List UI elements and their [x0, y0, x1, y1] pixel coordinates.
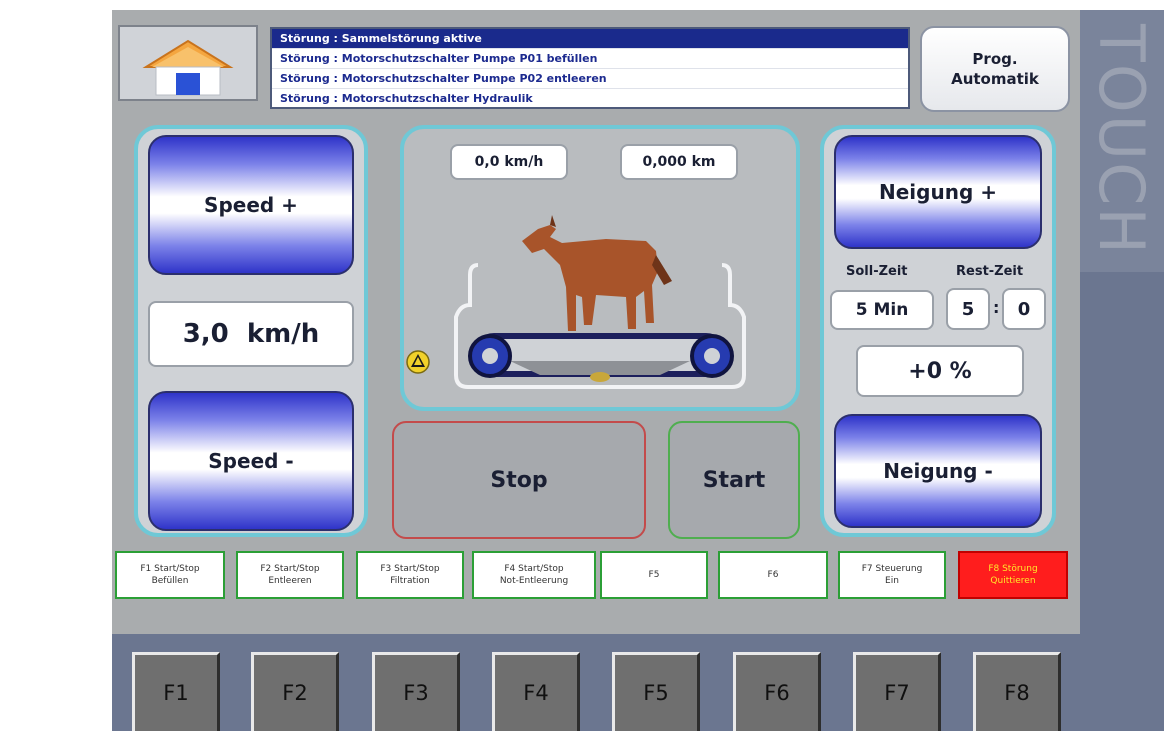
fkey-label-f8[interactable]: F8 Störung Quittieren [958, 551, 1068, 599]
fkey-label-f6[interactable]: F6 [718, 551, 828, 599]
rest-seconds-value: 0 [1002, 288, 1046, 330]
incline-minus-button[interactable]: Neigung - [834, 414, 1042, 528]
rest-time-separator: : [993, 298, 1000, 317]
alarm-message-row[interactable]: Störung : Motorschutzschalter Pumpe P02 … [272, 69, 908, 89]
fkey-label-f3[interactable]: F3 Start/Stop Filtration [356, 551, 464, 599]
hardware-key-f1[interactable]: F1 [132, 652, 220, 731]
fkey-label-f4[interactable]: F4 Start/Stop Not-Entleerung [472, 551, 596, 599]
alarm-message-row[interactable]: Störung : Sammelstörung aktive [272, 29, 908, 49]
fkey-label-f5[interactable]: F5 [600, 551, 708, 599]
incline-plus-button[interactable]: Neigung + [834, 135, 1042, 249]
speed-plus-button[interactable]: Speed + [148, 135, 354, 275]
hardware-key-f8[interactable]: F8 [973, 652, 1061, 731]
brand-label-wrap: TOUCH [1080, 10, 1164, 270]
prog-label-line1: Prog. [972, 50, 1018, 68]
speed-minus-button[interactable]: Speed - [148, 391, 354, 531]
incline-percent-display: +0 % [856, 345, 1024, 397]
hardware-key-f4[interactable]: F4 [492, 652, 580, 731]
hardware-key-f7[interactable]: F7 [853, 652, 941, 731]
hardware-key-f5[interactable]: F5 [612, 652, 700, 731]
stop-button[interactable]: Stop [392, 421, 646, 539]
treadmill-graphic [406, 215, 746, 389]
hmi-panel: TOUCH Störung : Sammelstörung aktive Stö… [0, 0, 1164, 731]
rest-minutes-value: 5 [946, 288, 990, 330]
alarm-message-row[interactable]: Störung : Motorschutzschalter Hydraulik [272, 89, 908, 107]
fkey-label-f7[interactable]: F7 Steuerung Ein [838, 551, 946, 599]
hardware-key-f6[interactable]: F6 [733, 652, 821, 731]
prog-automatik-button[interactable]: Prog. Automatik [920, 26, 1070, 112]
fkey-label-f1[interactable]: F1 Start/Stop Befüllen [115, 551, 225, 599]
horse-icon [522, 215, 672, 331]
warning-triangle-icon [406, 350, 430, 374]
rest-zeit-label: Rest-Zeit [956, 264, 1024, 279]
prog-label-line2: Automatik [951, 70, 1039, 88]
home-icon [142, 39, 234, 96]
speed-value-display: 3,0 km/h [148, 301, 354, 367]
home-button[interactable] [118, 25, 258, 101]
alarm-message-list[interactable]: Störung : Sammelstörung aktive Störung :… [270, 27, 910, 109]
start-button[interactable]: Start [668, 421, 800, 539]
fkey-label-f2[interactable]: F2 Start/Stop Entleeren [236, 551, 344, 599]
alarm-message-row[interactable]: Störung : Motorschutzschalter Pumpe P01 … [272, 49, 908, 69]
hardware-key-f2[interactable]: F2 [251, 652, 339, 731]
soll-zeit-value[interactable]: 5 Min [830, 290, 934, 330]
hardware-key-f3[interactable]: F3 [372, 652, 460, 731]
prog-label: Prog. Automatik [951, 49, 1039, 89]
soll-zeit-label: Soll-Zeit [846, 264, 908, 279]
